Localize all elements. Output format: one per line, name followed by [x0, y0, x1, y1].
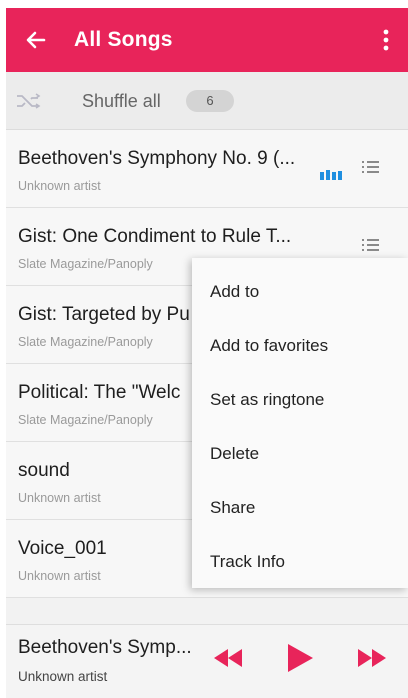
- play-icon[interactable]: [286, 643, 314, 673]
- song-artist: Slate Magazine/Panoply: [18, 335, 153, 349]
- more-vert-icon[interactable]: [376, 28, 396, 52]
- now-playing-bar[interactable]: Beethoven's Symp... Unknown artist: [6, 624, 408, 698]
- song-context-menu: Add to Add to favorites Set as ringtone …: [192, 258, 408, 588]
- song-artist: Unknown artist: [18, 179, 101, 193]
- song-artist: Slate Magazine/Panoply: [18, 257, 153, 271]
- page-title: All Songs: [74, 28, 173, 51]
- song-title: Voice_001: [18, 538, 107, 559]
- song-row[interactable]: Beethoven's Symphony No. 9 (... Unknown …: [6, 130, 408, 208]
- menu-item-add-to-favorites[interactable]: Add to favorites: [210, 336, 328, 356]
- shuffle-all-label: Shuffle all: [82, 91, 161, 111]
- song-title: sound: [18, 460, 70, 481]
- song-title: Gist: One Condiment to Rule T...: [18, 226, 292, 247]
- menu-item-delete[interactable]: Delete: [210, 444, 259, 464]
- song-title: Beethoven's Symphony No. 9 (...: [18, 148, 296, 169]
- app-screen: All Songs Shuffle all 6 Beethoven's Symp…: [6, 8, 408, 698]
- song-artist: Unknown artist: [18, 569, 101, 583]
- list-menu-icon[interactable]: [362, 160, 380, 174]
- shuffle-all-row[interactable]: Shuffle all 6: [6, 72, 408, 130]
- menu-item-add-to[interactable]: Add to: [210, 282, 259, 302]
- app-bar: All Songs: [6, 8, 408, 72]
- now-playing-artist: Unknown artist: [18, 669, 108, 684]
- song-title: Political: The "Welc: [18, 382, 181, 403]
- equalizer-icon: [320, 170, 342, 180]
- now-playing-title: Beethoven's Symp...: [18, 637, 192, 658]
- arrow-left-icon[interactable]: [24, 28, 48, 52]
- song-title: Gist: Targeted by Pu: [18, 304, 190, 325]
- menu-item-set-as-ringtone[interactable]: Set as ringtone: [210, 390, 324, 410]
- menu-item-track-info[interactable]: Track Info: [210, 552, 285, 572]
- fast-forward-icon[interactable]: [356, 647, 388, 669]
- shuffle-icon: [17, 93, 41, 109]
- song-count-badge: 6: [186, 90, 234, 112]
- list-menu-icon[interactable]: [362, 238, 380, 252]
- song-artist: Slate Magazine/Panoply: [18, 413, 153, 427]
- rewind-icon[interactable]: [212, 647, 244, 669]
- song-artist: Unknown artist: [18, 491, 101, 505]
- menu-item-share[interactable]: Share: [210, 498, 255, 518]
